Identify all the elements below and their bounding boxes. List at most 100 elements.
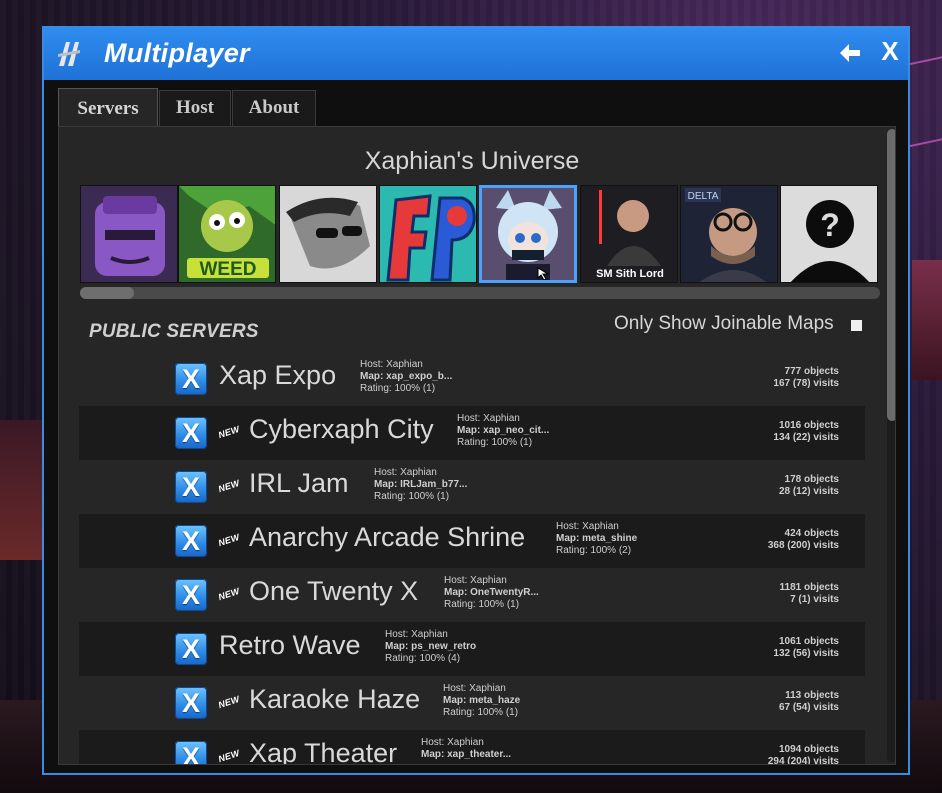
universe-title: Xaphian's Universe [364, 147, 580, 175]
avatar-item-selected[interactable] [479, 185, 577, 283]
server-x-icon: X [175, 363, 207, 395]
sith-lord-avatar: SM Sith Lord [581, 186, 677, 282]
avatar-caption: SM Sith Lord [596, 268, 664, 280]
server-host: Host: Xaphian [421, 737, 484, 748]
server-meta: Host: Xaphian Map: OneTwentyR... Rating:… [444, 575, 539, 611]
avatar-item[interactable] [80, 185, 178, 283]
avatar-caption: WEED [200, 259, 257, 280]
server-host: Host: Xaphian [443, 683, 506, 694]
server-map: Map: OneTwentyR... [444, 587, 539, 598]
server-list: X Xap Expo Host: Xaphian Map: xap_expo_b… [79, 352, 865, 765]
server-stats: 178 objects 28 (12) visits [779, 474, 839, 498]
avatar-caption: ? [820, 207, 840, 243]
tab-servers[interactable]: Servers [58, 88, 158, 128]
background-wall-left [0, 420, 42, 560]
avatar-item[interactable]: WEED [178, 185, 276, 283]
server-host: Host: Xaphian [385, 629, 448, 640]
server-objects: 424 objects [784, 528, 839, 539]
server-host: Host: Xaphian [374, 467, 437, 478]
server-objects: 1181 objects [779, 582, 839, 593]
avatar-item[interactable] [279, 185, 377, 283]
joinable-maps-label: Only Show Joinable Maps [614, 313, 834, 334]
new-badge: NEW [216, 423, 241, 441]
title-bar: Multiplayer X [44, 28, 908, 80]
server-rating: Rating: 100% (4) [385, 653, 461, 664]
server-list-scrollbar-thumb[interactable] [887, 129, 895, 421]
new-badge: NEW [216, 585, 241, 603]
server-list-scrollbar[interactable] [887, 129, 895, 762]
new-badge: NEW [216, 693, 241, 711]
tab-about[interactable]: About [232, 90, 316, 126]
server-x-icon: X [175, 471, 207, 503]
server-stats: 1181 objects 7 (1) visits [780, 582, 839, 606]
server-x-icon: X [175, 687, 207, 719]
server-rating: Rating: 100% (1) [374, 491, 450, 502]
avatar-scrollbar-thumb[interactable] [80, 287, 134, 299]
multiplayer-window: Multiplayer X Servers Host About Xaphian… [42, 26, 910, 775]
new-badge: NEW [216, 531, 241, 549]
server-row[interactable]: X Retro Wave Host: Xaphian Map: ps_new_r… [79, 622, 865, 676]
avatar-scrollbar[interactable] [80, 287, 880, 299]
server-meta: Host: Xaphian Map: ps_new_retro Rating: … [385, 629, 476, 665]
server-meta: Host: Xaphian Map: xap_expo_b... Rating:… [360, 359, 452, 395]
server-row[interactable]: X NEW Karaoke Haze Host: Xaphian Map: me… [79, 676, 865, 730]
server-name: Karaoke Haze [249, 684, 421, 714]
server-map: Map: xap_neo_cit... [457, 425, 550, 436]
close-button[interactable]: X [878, 36, 902, 66]
avatar-item[interactable]: ? [780, 185, 878, 283]
sunglasses-man-avatar [280, 186, 376, 282]
new-badge: NEW [216, 747, 241, 765]
server-name: Xap Theater [249, 738, 398, 765]
server-map: Map: xap_theater... [421, 749, 512, 760]
avatar-strip: WEED SM Sith Lord DELTA ? [80, 185, 880, 285]
server-map: Map: xap_expo_b... [360, 371, 453, 382]
arrow-left-icon[interactable] [838, 41, 862, 65]
server-row[interactable]: X NEW Cyberxaph City Host: Xaphian Map: … [79, 406, 865, 460]
server-x-icon: X [175, 525, 207, 557]
server-stats: 777 objects 167 (78) visits [773, 366, 839, 390]
server-name: One Twenty X [249, 576, 419, 606]
server-objects: 1061 objects [778, 636, 839, 647]
glasses-man-avatar: DELTA [681, 186, 777, 282]
avatar-item[interactable] [379, 185, 477, 283]
server-row[interactable]: X Xap Expo Host: Xaphian Map: xap_expo_b… [79, 352, 865, 406]
avatar-caption: DELTA [688, 191, 719, 202]
server-visits: 368 (200) visits [767, 540, 839, 551]
servers-panel: Xaphian's Universe WEED SM Sith Lord DEL… [58, 126, 896, 765]
server-row[interactable]: X NEW IRL Jam Host: Xaphian Map: IRLJam_… [79, 460, 865, 514]
fp-logo-avatar [380, 186, 476, 282]
server-stats: 424 objects 368 (200) visits [768, 528, 839, 552]
server-stats: 1016 objects 134 (22) visits [773, 420, 839, 444]
server-objects: 777 objects [784, 366, 839, 377]
tab-host[interactable]: Host [159, 90, 231, 126]
server-name: Xap Expo [219, 360, 337, 390]
background-neon-sign [905, 55, 942, 149]
server-visits: 134 (22) visits [773, 432, 839, 443]
server-name: Anarchy Arcade Shrine [249, 522, 526, 552]
server-visits: 28 (12) visits [778, 486, 839, 497]
server-visits: 67 (54) visits [778, 702, 839, 713]
avatar-item[interactable]: SM Sith Lord [580, 185, 678, 283]
server-name: Retro Wave [219, 630, 361, 660]
server-row[interactable]: X NEW One Twenty X Host: Xaphian Map: On… [79, 568, 865, 622]
window-title: Multiplayer [104, 38, 250, 68]
server-stats: 113 objects 67 (54) visits [779, 690, 839, 714]
server-rating: Rating: 100% (1) [360, 383, 436, 394]
server-map: Map: meta_shine [556, 533, 638, 544]
server-host: Host: Xaphian [556, 521, 619, 532]
server-map: Map: ps_new_retro [385, 641, 477, 652]
server-rating: Rating: 100% (1) [443, 707, 519, 718]
server-meta: Host: Xaphian Map: meta_shine Rating: 10… [556, 521, 637, 557]
server-row[interactable]: X NEW Anarchy Arcade Shrine Host: Xaphia… [79, 514, 865, 568]
server-x-icon: X [175, 579, 207, 611]
background-wall [912, 260, 942, 380]
avatar-item[interactable]: DELTA [680, 185, 778, 283]
zombie-weed-avatar: WEED [179, 186, 275, 282]
server-map: Map: IRLJam_b77... [374, 479, 468, 490]
server-x-icon: X [175, 633, 207, 665]
server-row[interactable]: X NEW Xap Theater Host: Xaphian Map: xap… [79, 730, 865, 765]
joinable-maps-checkbox[interactable] [851, 320, 862, 331]
server-meta: Host: Xaphian Map: IRLJam_b77... Rating:… [374, 467, 467, 503]
server-visits: 132 (56) visits [773, 648, 839, 659]
server-rating: Rating: 100% (1) [444, 599, 520, 610]
